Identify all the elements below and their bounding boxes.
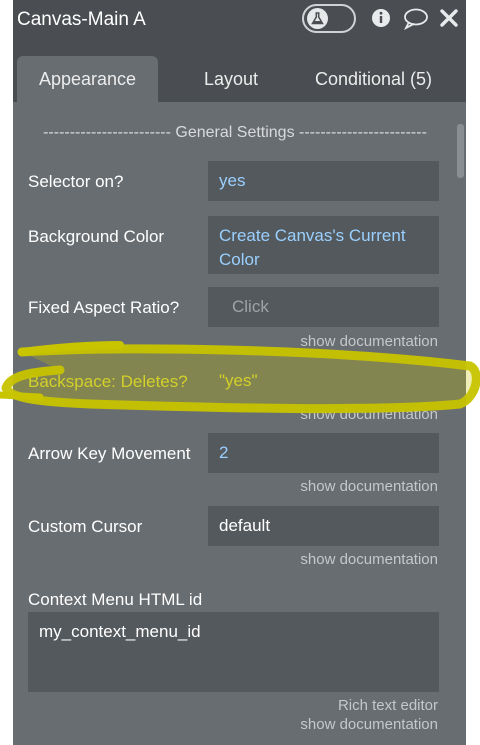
property-editor-panel: Canvas-Main A Appearance Layout Conditio… xyxy=(13,0,466,745)
tab-appearance[interactable]: Appearance xyxy=(17,56,158,102)
label-custom-cursor: Custom Cursor xyxy=(28,517,143,536)
inspect-toggle[interactable] xyxy=(302,4,356,33)
tab-layout[interactable]: Layout xyxy=(176,56,286,102)
tab-bar: Appearance Layout Conditional (5) xyxy=(13,46,466,102)
comment-icon[interactable] xyxy=(403,8,429,34)
show-documentation-link[interactable]: show documentation xyxy=(300,551,438,568)
label-selector-on: Selector on? xyxy=(28,172,124,191)
context-menu-html-id-textarea[interactable]: my_context_menu_id xyxy=(28,612,439,692)
show-documentation-link[interactable]: show documentation xyxy=(300,478,438,495)
element-title: Canvas-Main A xyxy=(17,9,146,30)
flask-icon xyxy=(307,8,328,29)
rich-text-editor-link[interactable]: Rich text editor xyxy=(338,697,438,714)
show-documentation-link[interactable]: show documentation xyxy=(300,716,438,733)
background-color-field[interactable]: Create Canvas's Current Color xyxy=(208,216,439,274)
label-arrow-key-movement: Arrow Key Movement xyxy=(28,444,191,463)
backspace-deletes-field[interactable]: "yes" xyxy=(208,361,439,401)
show-documentation-link[interactable]: show documentation xyxy=(300,406,438,423)
arrow-key-movement-field[interactable]: 2 xyxy=(208,433,439,473)
label-fixed-aspect-ratio: Fixed Aspect Ratio? xyxy=(28,298,180,317)
editor-header: Canvas-Main A xyxy=(13,0,466,46)
label-context-menu-html-id: Context Menu HTML id xyxy=(28,590,203,609)
show-documentation-link[interactable]: show documentation xyxy=(300,333,438,350)
selector-on-field[interactable]: yes xyxy=(208,161,439,201)
scrollbar[interactable] xyxy=(457,124,464,178)
info-icon[interactable] xyxy=(371,8,391,32)
label-background-color: Background Color xyxy=(28,227,165,246)
close-icon[interactable] xyxy=(440,9,458,31)
label-backspace-deletes: Backspace: Deletes? xyxy=(28,372,188,391)
section-header-general-settings: ------------------------ General Setting… xyxy=(43,124,427,141)
tab-conditional[interactable]: Conditional (5) xyxy=(301,56,446,102)
fixed-aspect-ratio-field[interactable]: Click xyxy=(208,287,439,327)
custom-cursor-field[interactable]: default xyxy=(208,506,439,546)
